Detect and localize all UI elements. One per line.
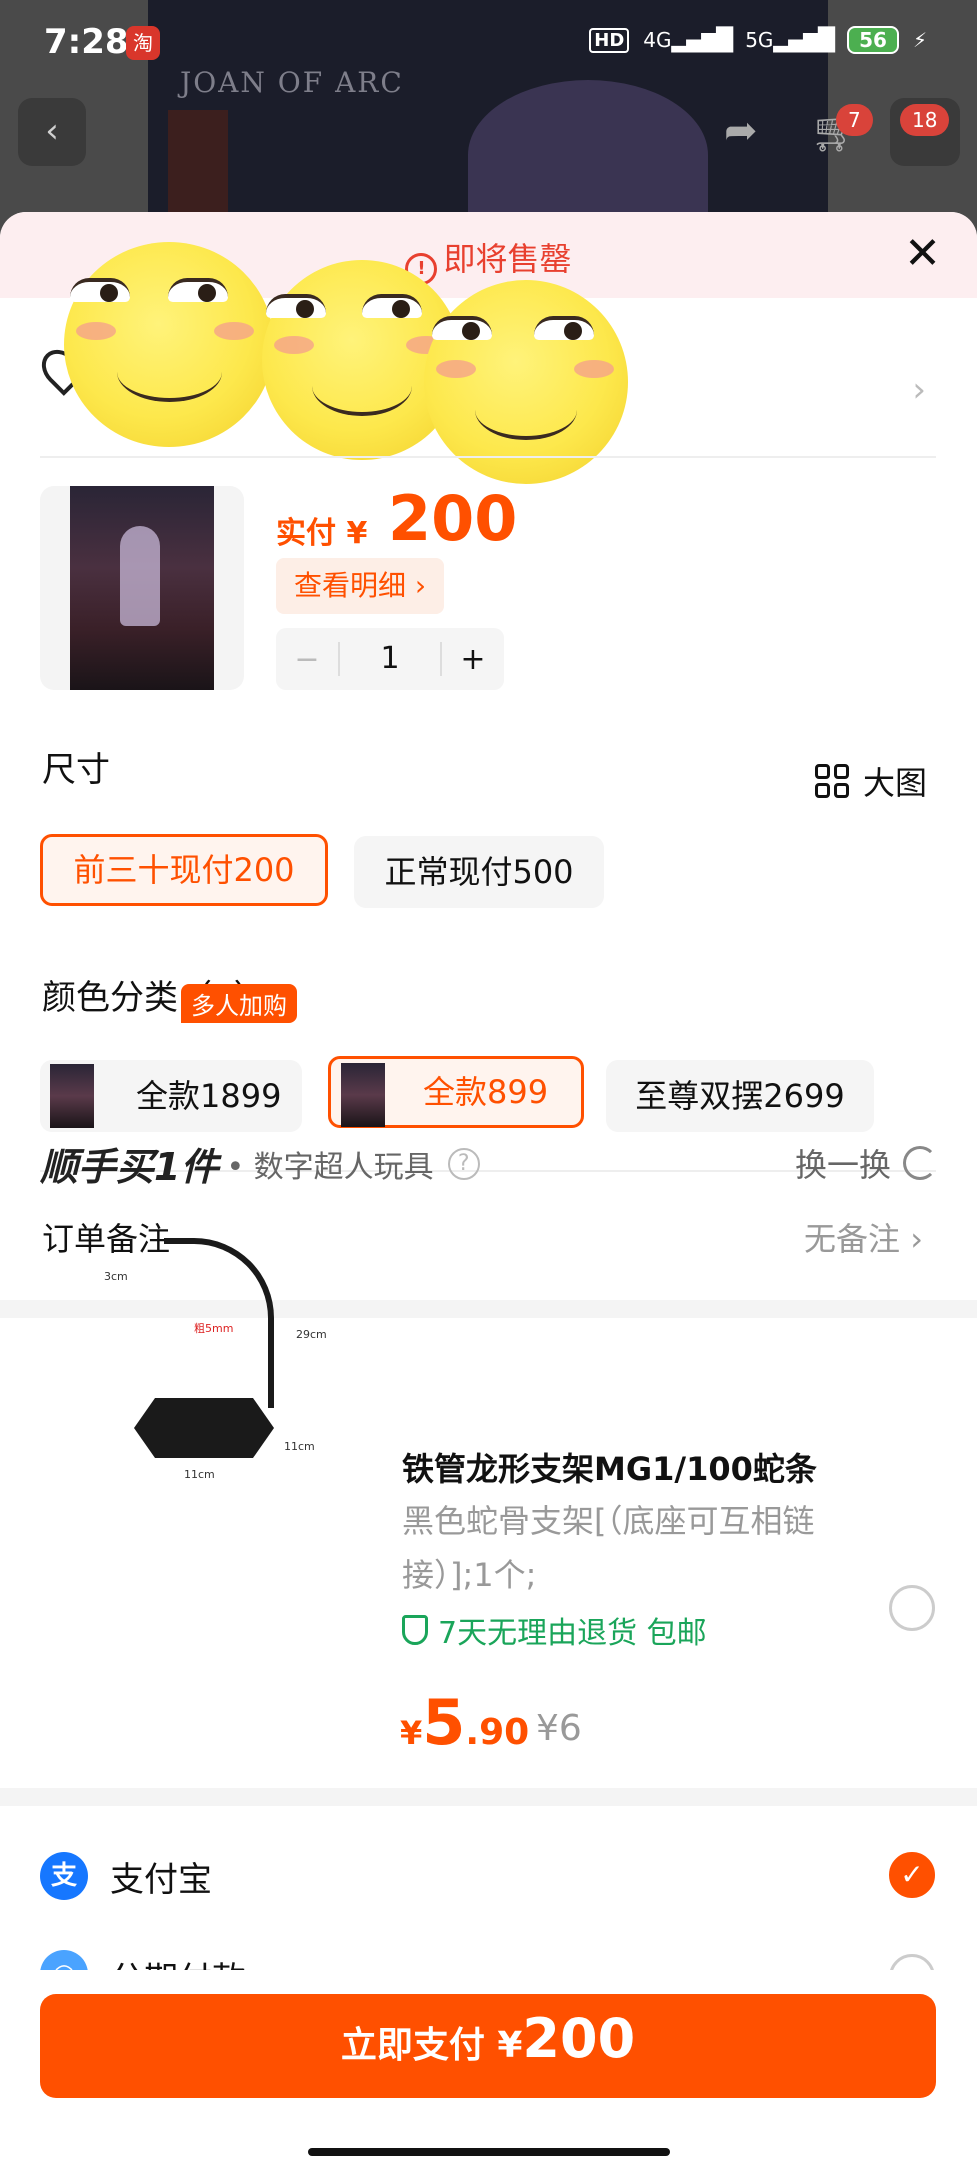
refresh-icon (903, 1146, 937, 1180)
color-option-image (50, 1064, 94, 1128)
privacy-emoji-sticker (64, 242, 274, 447)
addon-logo: 顺手买1件 (40, 1145, 219, 1189)
swap-button[interactable]: 换一换 (795, 1140, 937, 1186)
decrease-button[interactable]: − (276, 642, 338, 677)
home-indicator[interactable] (308, 2148, 670, 2156)
color-option[interactable]: 全款1899 (40, 1060, 302, 1132)
hd-icon: HD (589, 27, 630, 53)
addon-price: ¥5.90 (400, 1686, 530, 1759)
size-option-selected[interactable]: 前三十现付200 (40, 834, 328, 906)
return-policy-text: 7天无理由退货 包邮 (438, 1616, 707, 1651)
color-option-label: 全款1899 (136, 1077, 282, 1115)
color-option-image (341, 1063, 385, 1127)
share-icon[interactable]: ➦ (724, 108, 758, 154)
addon-original-price: ¥6 (536, 1708, 582, 1749)
taobao-app-icon: 淘 (126, 26, 160, 60)
color-option-label: 全款899 (423, 1073, 549, 1111)
swap-label: 换一换 (794, 1146, 891, 1184)
chevron-right-icon: › (912, 370, 926, 410)
addon-product-image[interactable]: 3cm 粗5mm 29cm 11cm 11cm (84, 1218, 327, 1488)
diagram-label: 11cm (184, 1468, 215, 1481)
network-4g: 4G▂▄▆█ (643, 27, 733, 53)
order-remark-value[interactable]: 无备注 › (804, 1214, 923, 1260)
alert-text: 即将售罄 (443, 240, 572, 278)
addon-shop-name[interactable]: • 数字超人玩具 (226, 1142, 433, 1186)
big-view-label: 大图 (862, 764, 927, 802)
status-time: 7:28 (44, 22, 129, 62)
back-button[interactable]: ‹ (18, 98, 86, 166)
diagram-label: 3cm (104, 1270, 128, 1283)
banner-figure (468, 80, 708, 230)
close-icon[interactable]: ✕ (904, 232, 941, 276)
pay-now-button[interactable]: 立即支付 ¥200 (40, 1994, 936, 2098)
more-badge: 18 (900, 104, 950, 136)
diagram-label: 29cm (296, 1328, 327, 1341)
addon-select-radio[interactable] (889, 1585, 935, 1631)
privacy-emoji-sticker (424, 280, 628, 484)
chevron-left-icon: ‹ (45, 111, 59, 151)
grid-icon (814, 764, 849, 798)
alipay-radio-checked[interactable]: ✓ (889, 1852, 935, 1898)
diagram-label: 11cm (284, 1440, 315, 1453)
color-option-selected[interactable]: 全款899 (328, 1056, 584, 1128)
product-thumbnail[interactable] (40, 486, 244, 690)
section-separator (0, 1788, 977, 1806)
price-value: 200 (388, 482, 518, 555)
quantity-input[interactable]: 1 (338, 642, 442, 676)
charging-icon: ⚡ (912, 28, 927, 52)
shield-icon (402, 1615, 428, 1645)
addon-product-desc: 黑色蛇骨支架[（底座可互相链接）];1个; (402, 1502, 815, 1594)
pay-now-label: 立即支付 ¥ (340, 2025, 523, 2066)
increase-button[interactable]: + (442, 642, 504, 677)
alipay-icon: 支 (40, 1852, 88, 1900)
color-option[interactable]: 至尊双摆2699 (606, 1060, 874, 1132)
addon-header: 顺手买1件 • 数字超人玩具 ? (40, 1136, 480, 1191)
big-view-toggle[interactable]: 大图 (814, 758, 927, 804)
cart-badge: 7 (836, 104, 873, 136)
alipay-label[interactable]: 支付宝 (110, 1852, 212, 1901)
view-details-button[interactable]: 查看明细 › (276, 558, 445, 614)
popular-tag: 多人加购 (181, 984, 297, 1023)
network-5g: 5G▂▄▆█ (745, 27, 835, 53)
quantity-stepper: − 1 + (276, 628, 504, 690)
size-title: 尺寸 (42, 750, 110, 790)
price-label: 实付 ¥ (276, 516, 368, 551)
pay-now-amount: 200 (522, 2007, 636, 2070)
addon-product-title[interactable]: 铁管龙形支架MG1/100蛇条 (402, 1444, 817, 1490)
help-icon[interactable]: ? (447, 1147, 480, 1180)
battery-icon: 56 (847, 26, 899, 54)
diagram-label: 粗5mm (194, 1322, 234, 1335)
return-policy: 7天无理由退货 包邮 (402, 1608, 707, 1652)
status-bar: 7:28 淘 HD 4G▂▄▆█ 5G▂▄▆█ 56 ⚡ (0, 0, 977, 92)
size-option[interactable]: 正常现付500 (354, 836, 604, 908)
